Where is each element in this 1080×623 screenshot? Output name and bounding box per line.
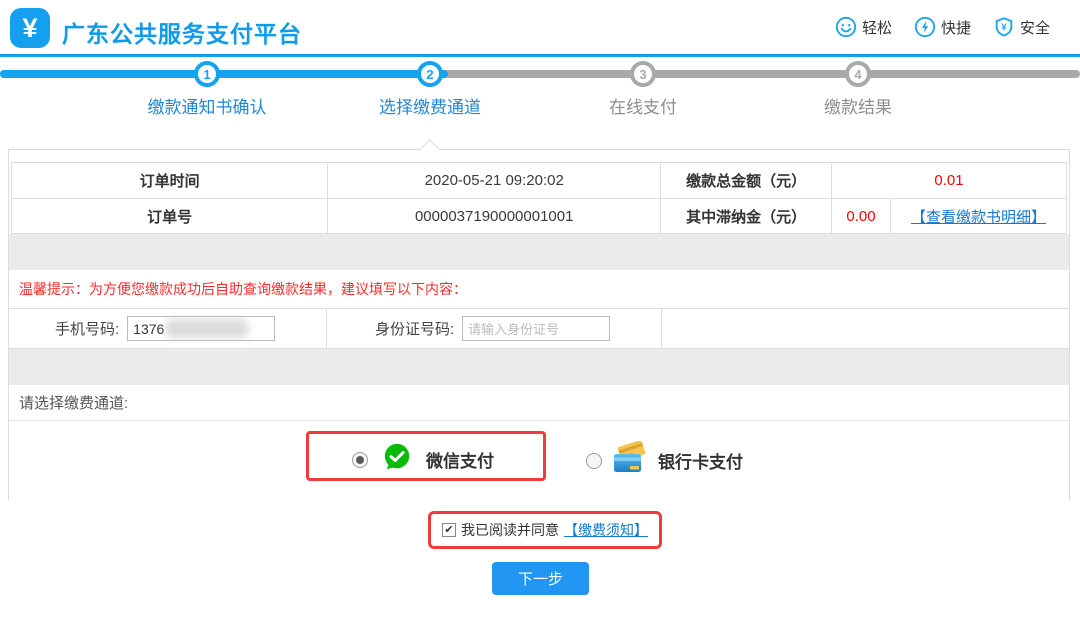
spacer-band — [9, 349, 1069, 385]
channel-section-label: 请选择缴费通道: — [19, 392, 128, 413]
bank-card-radio[interactable] — [586, 453, 602, 469]
main-panel: 订单时间 2020-05-21 09:20:02 缴款总金额（元） 0.01 订… — [8, 149, 1070, 501]
badge-safe-label: 安全 — [1020, 17, 1050, 38]
order-table: 订单时间 2020-05-21 09:20:02 缴款总金额（元） 0.01 订… — [11, 162, 1067, 234]
agreement-checkbox[interactable]: ✔ — [442, 523, 456, 537]
order-number-value: 0000037190000001001 — [328, 199, 661, 233]
view-bill-detail-link[interactable]: 【查看缴款书明细】 — [911, 206, 1046, 227]
wechat-pay-icon — [382, 442, 412, 477]
late-fee-value: 0.00 — [832, 199, 891, 233]
wechat-pay-label: 微信支付 — [426, 447, 494, 472]
order-time-value: 2020-05-21 09:20:02 — [328, 163, 661, 198]
channel-section-row: 请选择缴费通道: — [9, 385, 1069, 421]
shield-yen-icon: ¥ — [993, 16, 1015, 38]
payment-options-row: 微信支付 银行卡支付 — [9, 421, 1069, 501]
smiley-icon — [835, 16, 857, 38]
empty-cell — [662, 309, 1069, 348]
id-card-input[interactable] — [462, 316, 610, 341]
badge-fast: 快捷 — [914, 16, 971, 38]
table-row: 订单时间 2020-05-21 09:20:02 缴款总金额（元） 0.01 — [12, 163, 1066, 198]
detail-link-cell: 【查看缴款书明细】 — [891, 199, 1066, 233]
warm-notice-text: 温馨提示：为方便您缴款成功后自助查询缴款结果，建议填写以下内容： — [19, 279, 467, 299]
step-label-online-pay: 在线支付 — [543, 93, 743, 118]
step-circle-1: 1 — [194, 61, 220, 87]
phone-input[interactable] — [127, 316, 275, 341]
bank-card-icon — [611, 441, 649, 480]
badge-fast-label: 快捷 — [941, 17, 971, 38]
payment-notice-link[interactable]: 【缴费须知】 — [564, 520, 648, 540]
step-circle-3: 3 — [630, 61, 656, 87]
bank-card-option[interactable]: 银行卡支付 — [586, 441, 743, 480]
panel-notch — [420, 139, 440, 159]
phone-input-wrap — [127, 316, 275, 341]
order-time-label: 订单时间 — [12, 163, 328, 198]
spacer-band — [9, 234, 1069, 270]
agreement-text: 我已阅读并同意 — [461, 520, 559, 540]
step-label-payment-result: 缴款结果 — [758, 93, 958, 118]
wechat-pay-option[interactable]: 微信支付 — [352, 442, 494, 477]
agreement-highlight-box: ✔ 我已阅读并同意 【缴费须知】 — [428, 511, 662, 549]
yuan-logo-icon: ¥ — [10, 8, 50, 48]
phone-label: 手机号码: — [55, 318, 119, 339]
svg-text:¥: ¥ — [1001, 22, 1007, 32]
total-amount-value: 0.01 — [832, 163, 1066, 198]
late-fee-label: 其中滞纳金（元） — [661, 199, 832, 233]
phone-cell: 手机号码: — [9, 309, 327, 348]
header-badges: 轻松 快捷 ¥ 安全 — [835, 16, 1050, 38]
warm-notice-row: 温馨提示：为方便您缴款成功后自助查询缴款结果，建议填写以下内容： — [9, 270, 1069, 309]
total-amount-label: 缴款总金额（元） — [661, 163, 832, 198]
page-title: 广东公共服务支付平台 — [62, 15, 302, 49]
step-circle-2: 2 — [417, 61, 443, 87]
lightning-icon — [914, 16, 936, 38]
id-card-label: 身份证号码: — [375, 318, 454, 339]
badge-safe: ¥ 安全 — [993, 16, 1050, 38]
order-number-label: 订单号 — [12, 199, 328, 233]
stepper-progress — [0, 70, 448, 78]
badge-easy-label: 轻松 — [862, 17, 892, 38]
header: ¥ 广东公共服务支付平台 轻松 快捷 ¥ 安全 — [0, 0, 1080, 57]
step-circle-4: 4 — [845, 61, 871, 87]
table-row: 订单号 0000037190000001001 其中滞纳金（元） 0.00 【查… — [12, 198, 1066, 233]
bank-card-pay-label: 银行卡支付 — [658, 448, 743, 473]
next-step-button[interactable]: 下一步 — [492, 562, 589, 595]
badge-easy: 轻松 — [835, 16, 892, 38]
wechat-radio[interactable] — [352, 452, 368, 468]
step-label-select-channel: 选择缴费通道 — [330, 93, 530, 118]
contact-form-row: 手机号码: 身份证号码: — [9, 309, 1069, 349]
step-label-confirm-notice: 缴款通知书确认 — [107, 93, 307, 118]
id-card-cell: 身份证号码: — [327, 309, 662, 348]
